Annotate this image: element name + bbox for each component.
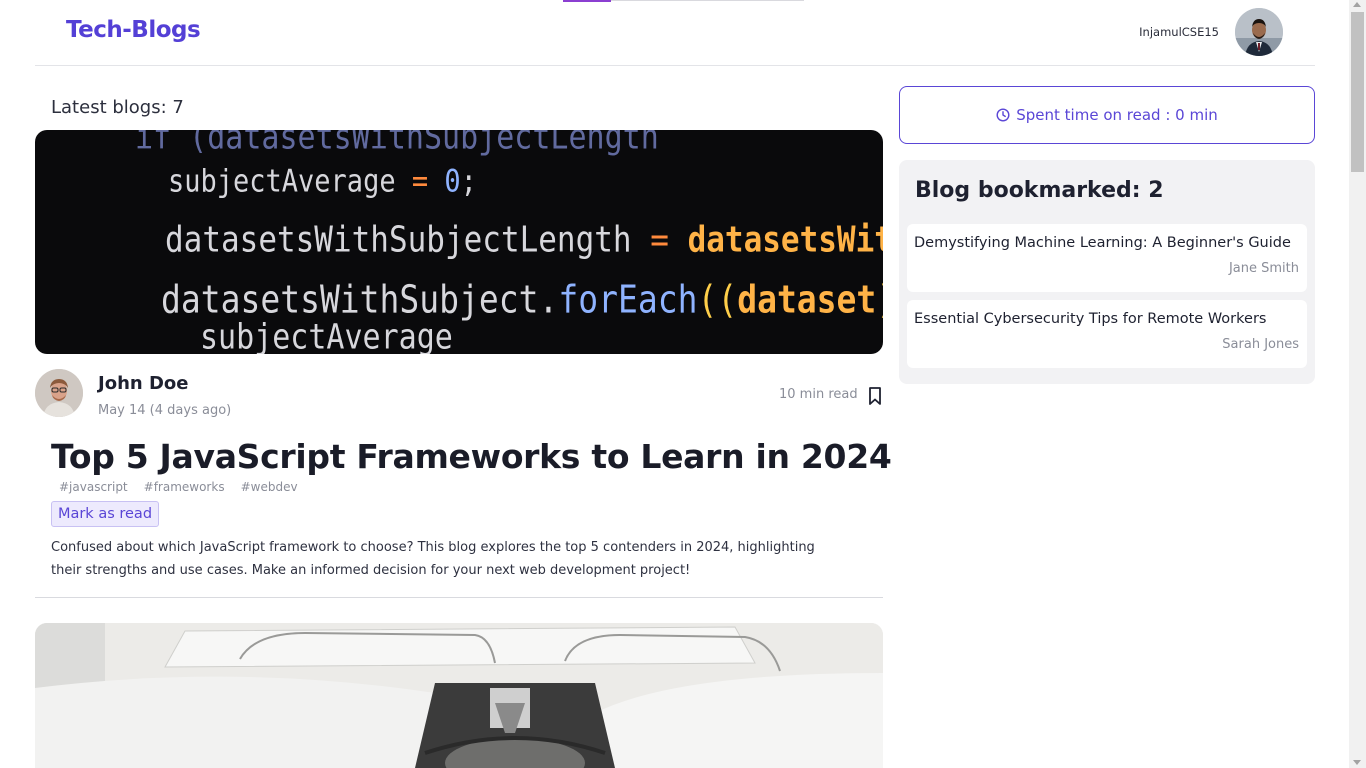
code-line-4: datasetsWithSubject.forEach((dataset) =>… xyxy=(161,277,883,322)
brand-logo[interactable]: Tech-Blogs xyxy=(66,17,201,43)
bookmark-button[interactable] xyxy=(865,385,885,407)
tag-javascript[interactable]: #javascript xyxy=(59,480,128,494)
code-line-5: subjectAverage xyxy=(200,317,453,354)
author-name: John Doe xyxy=(98,373,189,394)
bookmark-item-title: Demystifying Machine Learning: A Beginne… xyxy=(914,235,1291,251)
tag-webdev[interactable]: #webdev xyxy=(241,480,298,494)
mark-as-read-button[interactable]: Mark as read xyxy=(51,501,159,527)
page-scrollbar[interactable] xyxy=(1349,0,1366,768)
author-avatar xyxy=(35,369,83,417)
bookmark-icon xyxy=(869,387,881,405)
bookmarks-title: Blog bookmarked: 2 xyxy=(915,178,1164,203)
bookmarks-panel: Blog bookmarked: 2 Demystifying Machine … xyxy=(899,160,1315,384)
bookmark-item[interactable]: Essential Cybersecurity Tips for Remote … xyxy=(907,300,1307,368)
code-line-3: datasetsWithSubjectLength = datasetsWith… xyxy=(165,219,883,261)
spent-time-label: Spent time on read : 0 min xyxy=(1016,106,1218,124)
user-avatar-icon xyxy=(1235,8,1283,56)
post-cover-image-2 xyxy=(35,623,883,768)
post-date: May 14 (4 days ago) xyxy=(98,403,232,418)
user-avatar[interactable] xyxy=(1235,8,1283,56)
post-excerpt: Confused about which JavaScript framewor… xyxy=(51,540,815,578)
latest-blogs-count: Latest blogs: 7 xyxy=(51,97,184,118)
scroll-thumb[interactable] xyxy=(1351,12,1364,172)
tag-frameworks[interactable]: #frameworks xyxy=(144,480,225,494)
author-avatar-icon xyxy=(35,369,83,417)
scroll-up-icon[interactable] xyxy=(1353,2,1361,7)
post-title[interactable]: Top 5 JavaScript Frameworks to Learn in … xyxy=(51,437,892,476)
code-line-1: if (datasetsWithSubjectLength xyxy=(135,130,659,158)
bookmark-item-author: Sarah Jones xyxy=(1222,337,1299,352)
bookmark-item-title: Essential Cybersecurity Tips for Remote … xyxy=(914,311,1267,327)
post-tags: #javascript #frameworks #webdev xyxy=(59,480,298,494)
navbar: Tech-Blogs InjamulCSE15 xyxy=(35,0,1315,66)
post-divider xyxy=(35,597,883,598)
bookmark-item[interactable]: Demystifying Machine Learning: A Beginne… xyxy=(907,224,1307,292)
read-time: 10 min read xyxy=(779,387,858,402)
code-line-2: subjectAverage = 0; xyxy=(168,163,477,200)
clock-icon xyxy=(996,108,1010,122)
bookmark-item-author: Jane Smith xyxy=(1228,261,1299,276)
post-cover-image: if (datasetsWithSubjectLength subjectAve… xyxy=(35,130,883,354)
username-label: InjamulCSE15 xyxy=(1139,25,1219,39)
scroll-down-icon[interactable] xyxy=(1353,760,1361,765)
typewriter-image xyxy=(35,623,883,768)
spent-time-box: Spent time on read : 0 min xyxy=(899,86,1315,144)
